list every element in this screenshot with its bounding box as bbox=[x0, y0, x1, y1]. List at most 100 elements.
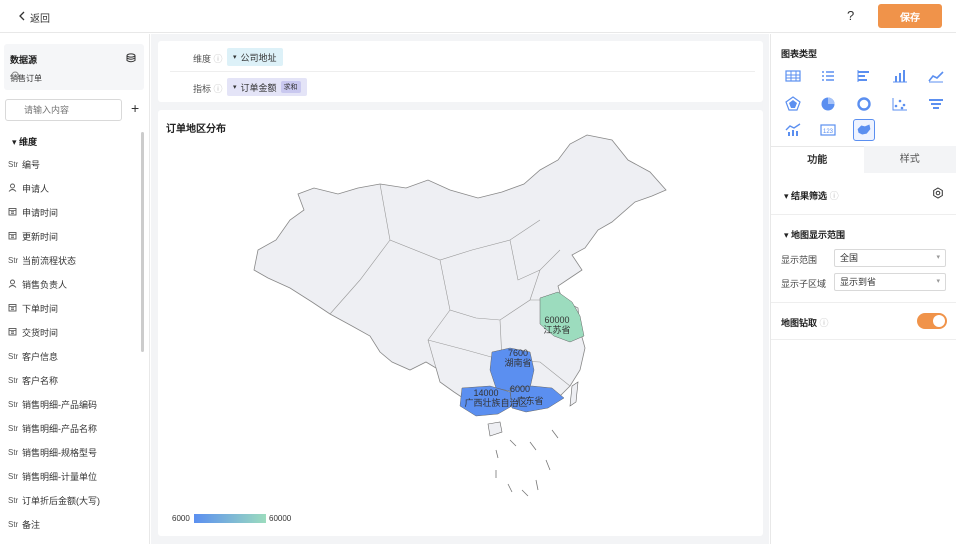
field-item[interactable]: Str 销售明细-产品编码 bbox=[0, 392, 140, 416]
drill-toggle[interactable] bbox=[917, 313, 947, 329]
bar-chart-icon[interactable] bbox=[891, 67, 909, 85]
field-label: 更新时间 bbox=[22, 231, 59, 242]
filter-section-title[interactable]: ▾ 结果筛选 ⓘ bbox=[784, 189, 839, 202]
label-value-jiangsu: 60000 bbox=[544, 315, 569, 325]
caret-down-icon: ▾ bbox=[12, 137, 20, 147]
field-item[interactable]: Str 销售明细-规格型号 bbox=[0, 440, 140, 464]
subarea-label: 显示子区域 bbox=[781, 279, 827, 289]
person-icon bbox=[8, 183, 22, 194]
list-icon[interactable] bbox=[819, 67, 837, 85]
dimension-header[interactable]: ▾ 维度 bbox=[12, 135, 37, 148]
donut-icon[interactable] bbox=[855, 95, 873, 113]
person-icon bbox=[8, 279, 22, 290]
field-label: 当前流程状态 bbox=[22, 255, 77, 266]
chart-type-title: 图表类型 bbox=[781, 49, 818, 59]
legend-gradient[interactable] bbox=[194, 514, 266, 523]
field-item[interactable]: 申请人 bbox=[0, 176, 140, 200]
field-item[interactable]: 交货时间 bbox=[0, 320, 140, 344]
map-chart-icon[interactable] bbox=[853, 119, 875, 141]
field-label: 销售明细-产品名称 bbox=[22, 423, 97, 434]
line-chart-icon[interactable] bbox=[927, 67, 945, 85]
field-label: 客户名称 bbox=[22, 375, 59, 386]
field-label: 订单折后金额(大写) bbox=[22, 495, 100, 506]
back-label: 返回 bbox=[30, 14, 50, 25]
caret-down-icon: ▾ bbox=[233, 84, 237, 91]
text-type-icon: Str bbox=[8, 159, 19, 169]
text-type-icon: Str bbox=[8, 471, 19, 481]
bar-horizontal-icon[interactable] bbox=[855, 67, 873, 85]
dimension-label: 维度 ⓘ bbox=[193, 54, 223, 64]
map-range-section-title[interactable]: ▾ 地图显示范围 bbox=[784, 228, 845, 241]
help-icon[interactable]: ? bbox=[847, 8, 854, 23]
dimension-pill[interactable]: ▾ 公司地址 bbox=[227, 48, 283, 66]
caret-down-icon: ▾ bbox=[784, 191, 792, 201]
range-select[interactable]: 全国 ▾ bbox=[834, 249, 946, 267]
field-label: 编号 bbox=[22, 159, 41, 170]
field-search-input[interactable] bbox=[5, 99, 122, 121]
data-source-box[interactable]: 数据源 销售订单 bbox=[4, 44, 144, 90]
field-label: 交货时间 bbox=[22, 327, 59, 338]
calendar-icon bbox=[8, 303, 22, 314]
measure-label: 指标 ⓘ bbox=[193, 84, 223, 94]
field-item[interactable]: Str 当前流程状态 bbox=[0, 248, 140, 272]
field-label: 下单时间 bbox=[22, 303, 59, 314]
top-bar: 返回 ? 保存 bbox=[0, 0, 956, 33]
text-type-icon: Str bbox=[8, 351, 19, 361]
field-list-scrollbar[interactable] bbox=[141, 132, 144, 352]
calendar-icon bbox=[8, 231, 22, 242]
field-item[interactable]: Str 编号 bbox=[0, 152, 140, 176]
measure-pill[interactable]: ▾ 订单金额 求和 bbox=[227, 78, 307, 96]
field-label: 申请人 bbox=[22, 183, 50, 194]
field-item[interactable]: Str 客户信息 bbox=[0, 344, 140, 368]
combo-chart-icon[interactable] bbox=[784, 121, 802, 139]
south-sea-islands bbox=[495, 429, 559, 497]
field-item[interactable]: Str 备注 bbox=[0, 512, 140, 536]
pie-chart-icon[interactable] bbox=[819, 95, 837, 113]
label-value-hunan: 7600 bbox=[508, 348, 528, 358]
svg-text:123: 123 bbox=[823, 129, 834, 135]
save-button[interactable]: 保存 bbox=[878, 4, 942, 28]
label-name-jiangsu: 江苏省 bbox=[543, 324, 570, 335]
field-item[interactable]: 下单时间 bbox=[0, 296, 140, 320]
database-icon[interactable] bbox=[126, 53, 136, 63]
china-map[interactable]: 60000 江苏省 7600 湖南省 14000 广西壮族自治区 6000 广东… bbox=[240, 130, 680, 510]
field-item[interactable]: 更新时间 bbox=[0, 224, 140, 248]
section-divider bbox=[771, 214, 956, 215]
label-name-guangdong: 广东省 bbox=[516, 395, 543, 406]
calendar-icon bbox=[8, 207, 22, 218]
field-item[interactable]: 申请时间 bbox=[0, 200, 140, 224]
settings-icon[interactable] bbox=[932, 187, 944, 199]
field-label: 备注 bbox=[22, 519, 41, 530]
number-card-icon[interactable]: 123 bbox=[819, 121, 837, 139]
tab-function[interactable]: 功能 bbox=[771, 146, 864, 173]
field-item[interactable]: 销售负责人 bbox=[0, 272, 140, 296]
panel-tabs: 功能 样式 bbox=[771, 146, 956, 173]
table-icon[interactable] bbox=[784, 67, 802, 85]
radar-icon[interactable] bbox=[784, 95, 802, 113]
drill-label: 地图钻取 ⓘ bbox=[781, 318, 829, 328]
field-label: 销售负责人 bbox=[22, 279, 68, 290]
caret-down-icon: ▾ bbox=[936, 278, 940, 285]
aggregation-tag: 求和 bbox=[280, 81, 301, 93]
subarea-select[interactable]: 显示到省 ▾ bbox=[834, 273, 946, 291]
funnel-icon[interactable] bbox=[927, 95, 945, 113]
field-item[interactable]: Str 订单折后金额(大写) bbox=[0, 488, 140, 512]
calendar-icon bbox=[8, 327, 22, 338]
field-item[interactable]: Str 销售明细-产品名称 bbox=[0, 416, 140, 440]
field-item[interactable]: Str 销售明细-计量单位 bbox=[0, 464, 140, 488]
chevron-left-icon bbox=[18, 11, 26, 24]
text-type-icon: Str bbox=[8, 447, 19, 457]
label-value-guangdong: 6000 bbox=[510, 384, 530, 394]
add-field-button[interactable]: + bbox=[131, 100, 139, 116]
field-item[interactable]: Str 客户名称 bbox=[0, 368, 140, 392]
region-hainan bbox=[487, 421, 503, 437]
field-label: 申请时间 bbox=[22, 207, 59, 218]
map-mainland bbox=[253, 134, 667, 407]
field-label: 销售明细-计量单位 bbox=[22, 471, 97, 482]
tab-style[interactable]: 样式 bbox=[863, 146, 956, 173]
info-icon: ⓘ bbox=[213, 84, 223, 94]
data-source-panel: 数据源 销售订单 + ▾ 维度 Str编号申请人申请时间更新时间Str当前流程状… bbox=[0, 34, 150, 544]
info-icon: ⓘ bbox=[213, 54, 223, 64]
back-button[interactable]: 返回 bbox=[18, 10, 50, 25]
scatter-icon[interactable] bbox=[891, 95, 909, 113]
